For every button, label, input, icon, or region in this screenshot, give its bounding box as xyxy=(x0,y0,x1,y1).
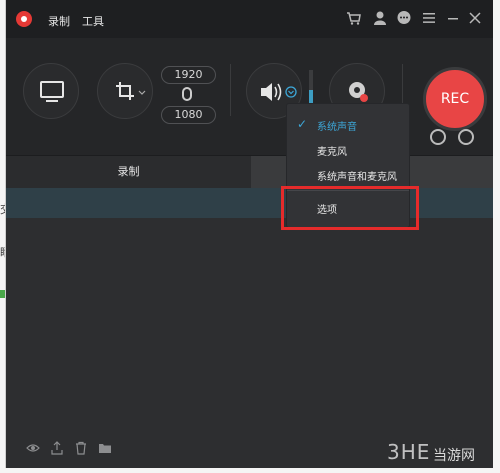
crop-icon xyxy=(116,82,146,100)
menu-item-microphone[interactable]: 麦克风 xyxy=(317,143,347,158)
fullscreen-mode-button[interactable] xyxy=(23,63,79,119)
rec-button[interactable]: REC xyxy=(423,67,487,131)
menu-icon[interactable] xyxy=(421,10,437,26)
checkmark-icon: ✓ xyxy=(297,117,308,131)
app-logo-icon xyxy=(16,11,32,27)
menu-item-system-sound[interactable]: 系统声音 xyxy=(317,118,357,133)
toolbar-divider xyxy=(230,64,231,116)
tab-record[interactable]: 录制 xyxy=(6,156,251,188)
alarm-clock-icon[interactable] xyxy=(430,129,446,145)
chat-icon[interactable] xyxy=(396,10,412,26)
monitor-icon xyxy=(40,81,64,102)
folder-icon[interactable] xyxy=(98,441,112,455)
menu-record[interactable]: 录制 xyxy=(48,13,70,29)
region-mode-button[interactable] xyxy=(97,63,153,119)
watermark: 3HE 当游网 xyxy=(387,440,497,468)
eye-icon[interactable] xyxy=(26,441,40,455)
menu-tools[interactable]: 工具 xyxy=(82,13,104,29)
recording-list xyxy=(6,218,493,468)
annotation-highlight-box xyxy=(281,186,419,230)
recorder-window: 录制 工具 1920 1080 REC 录制 xyxy=(5,0,493,468)
user-icon[interactable] xyxy=(372,10,388,26)
minimize-icon[interactable] xyxy=(445,10,461,26)
share-icon[interactable] xyxy=(50,441,64,455)
watermark-text: 当游网 xyxy=(433,448,475,464)
menu-item-system-and-microphone[interactable]: 系统声音和麦克风 xyxy=(317,168,397,183)
lock-ratio-icon[interactable] xyxy=(182,87,192,101)
trash-icon[interactable] xyxy=(74,441,88,455)
tab-bar: 录制 xyxy=(6,156,493,188)
width-input[interactable]: 1920 xyxy=(161,66,216,84)
titlebar: 录制 工具 xyxy=(6,0,493,38)
selected-list-row[interactable] xyxy=(6,188,493,218)
close-icon[interactable] xyxy=(467,10,483,26)
capture-toolbar: 1920 1080 REC xyxy=(6,38,493,156)
height-input[interactable]: 1080 xyxy=(161,106,216,124)
watermark-logo: 3HE xyxy=(387,440,431,464)
list-settings-icon[interactable] xyxy=(458,129,474,145)
cart-icon[interactable] xyxy=(346,10,362,26)
screenshot-canvas: 交 睛 录制 工具 xyxy=(0,0,500,473)
